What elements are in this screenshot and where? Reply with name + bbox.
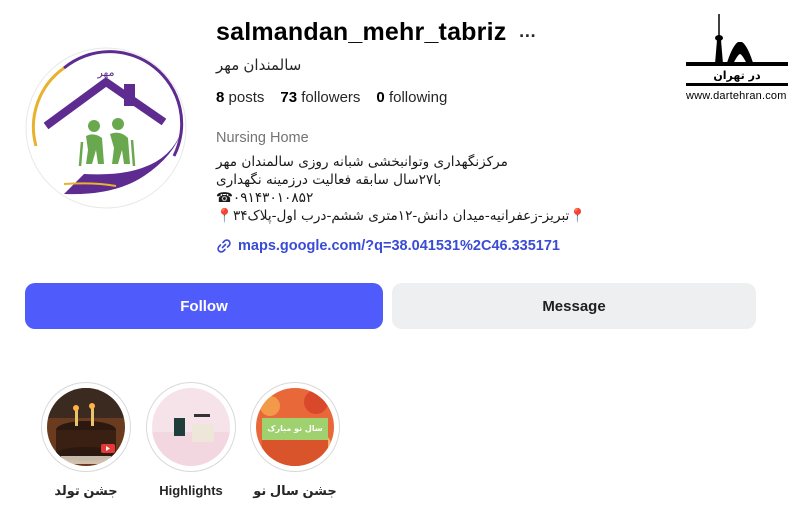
bio-line-1: مرکزنگهداری وتوانبخشی شبانه روزی سالمندا… — [216, 154, 508, 170]
new-year-badge-text: سال نو مبارک — [267, 424, 323, 433]
highlight-cover-new-year: سال نو مبارک — [256, 388, 334, 466]
highlight-label: Highlights — [159, 483, 223, 498]
bio-link[interactable]: maps.google.com/?q=38.041531%2C46.335171 — [216, 238, 560, 254]
highlight-cover-room — [152, 388, 230, 466]
followers-stat[interactable]: 73 followers — [280, 89, 360, 106]
highlight-label: جشن سال نو — [253, 483, 337, 498]
mehr-logo-icon: مهر — [25, 47, 187, 209]
profile-category: Nursing Home — [216, 130, 309, 146]
profile-bio: مرکزنگهداری وتوانبخشی شبانه روزی سالمندا… — [216, 153, 636, 225]
following-stat[interactable]: 0 following — [376, 89, 447, 106]
username-row: salmandan_mehr_tabriz … — [216, 18, 536, 47]
avatar-text: مهر — [96, 66, 114, 79]
highlight-ring — [41, 382, 131, 472]
message-button[interactable]: Message — [392, 283, 756, 329]
highlight-ring — [146, 382, 236, 472]
watermark-brand: در تهران — [713, 69, 761, 82]
link-icon — [217, 239, 231, 253]
more-options-icon[interactable]: … — [518, 22, 536, 40]
follow-button[interactable]: Follow — [25, 283, 383, 329]
profile-stats: 8 posts 73 followers 0 following — [216, 89, 447, 106]
highlight-new-year[interactable]: سال نو مبارک جشن سال نو — [249, 382, 341, 499]
room-photo-icon — [152, 388, 230, 466]
bio-line-2: با۲۷سال سابقه فعالیت درزمینه نگهداری — [216, 172, 442, 188]
watermark-url: www.dartehran.com — [686, 90, 787, 102]
highlight-label: جشن تولد — [54, 483, 118, 498]
bio-line-4: 📍تبریز-زعفرانیه-میدان دانش-۱۲متری ششم-در… — [216, 208, 587, 224]
highlight-birthday[interactable]: جشن تولد — [40, 382, 132, 499]
profile-avatar[interactable]: مهر — [24, 46, 188, 210]
posts-stat[interactable]: 8 posts — [216, 89, 264, 106]
username: salmandan_mehr_tabriz — [216, 18, 507, 46]
highlight-ring: سال نو مبارک — [250, 382, 340, 472]
bio-line-3: ☎۰۹۱۴۳۰۱۰۸۵۲ — [216, 190, 314, 206]
birthday-cake-icon — [47, 388, 125, 466]
bio-link-text[interactable]: maps.google.com/?q=38.041531%2C46.335171 — [238, 238, 560, 254]
highlight-cover-cake — [47, 388, 125, 466]
highlight-highlights[interactable]: Highlights — [145, 382, 237, 498]
full-name: سالمندان مهر — [216, 57, 302, 74]
